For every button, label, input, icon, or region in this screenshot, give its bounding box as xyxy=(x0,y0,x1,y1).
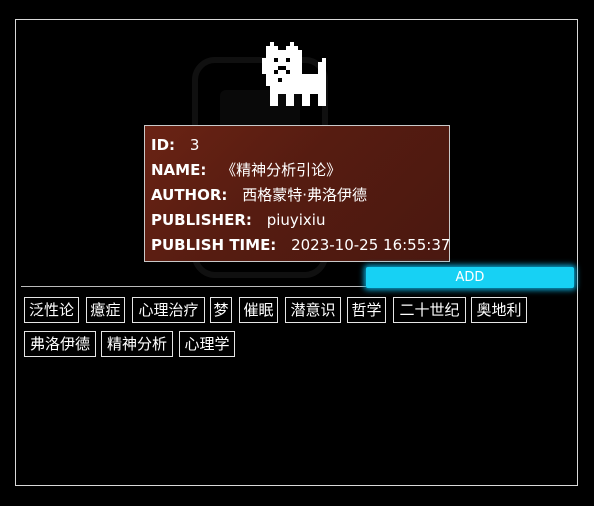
name-row: NAME: 《精神分析引论》 xyxy=(151,159,449,184)
tag-chip[interactable]: 癔症 xyxy=(86,297,125,323)
id-row: ID: 3 xyxy=(151,134,449,159)
tag-chip[interactable]: 哲学 xyxy=(347,297,386,323)
tag-row: 弗洛伊德 精神分析 心理学 xyxy=(24,331,564,357)
pixel-dog-icon xyxy=(262,42,326,106)
name-value: 《精神分析引论》 xyxy=(221,161,342,179)
tag-chip[interactable]: 泛性论 xyxy=(24,297,79,323)
tag-chip[interactable]: 潜意识 xyxy=(285,297,341,323)
tag-chip[interactable]: 奥地利 xyxy=(471,297,527,323)
author-row: AUTHOR: 西格蒙特·弗洛伊德 xyxy=(151,184,449,209)
book-detail-tooltip: ID: 3 NAME: 《精神分析引论》 AUTHOR: 西格蒙特·弗洛伊德 P… xyxy=(144,125,450,262)
tag-chip[interactable]: 精神分析 xyxy=(101,331,173,357)
id-label: ID: xyxy=(151,136,176,154)
author-label: AUTHOR: xyxy=(151,186,228,204)
tag-list: 泛性论 癔症 心理治疗 梦 催眠 潜意识 哲学 二十世纪 奥地利 弗洛伊德 精神… xyxy=(24,297,564,365)
tag-chip[interactable]: 心理治疗 xyxy=(132,297,205,323)
tag-row: 泛性论 癔症 心理治疗 梦 催眠 潜意识 哲学 二十世纪 奥地利 xyxy=(24,297,564,323)
id-value: 3 xyxy=(189,136,200,154)
tag-chip[interactable]: 梦 xyxy=(210,297,232,323)
tag-chip[interactable]: 心理学 xyxy=(179,331,235,357)
tag-chip[interactable]: 催眠 xyxy=(239,297,278,323)
publisher-value: piuyixiu xyxy=(266,211,326,229)
publisher-label: PUBLISHER: xyxy=(151,211,252,229)
add-button[interactable]: ADD xyxy=(366,267,574,288)
tag-chip[interactable]: 弗洛伊德 xyxy=(24,331,96,357)
publish-time-value: 2023-10-25 16:55:37 xyxy=(291,236,451,254)
tag-chip[interactable]: 二十世纪 xyxy=(393,297,466,323)
publish-time-row: PUBLISH TIME: 2023-10-25 16:55:37 xyxy=(151,234,451,259)
author-value: 西格蒙特·弗洛伊德 xyxy=(242,186,367,204)
tag-input-underline[interactable] xyxy=(21,286,366,287)
publisher-row: PUBLISHER: piuyixiu xyxy=(151,209,449,234)
name-label: NAME: xyxy=(151,161,207,179)
publish-time-label: PUBLISH TIME: xyxy=(151,236,277,254)
